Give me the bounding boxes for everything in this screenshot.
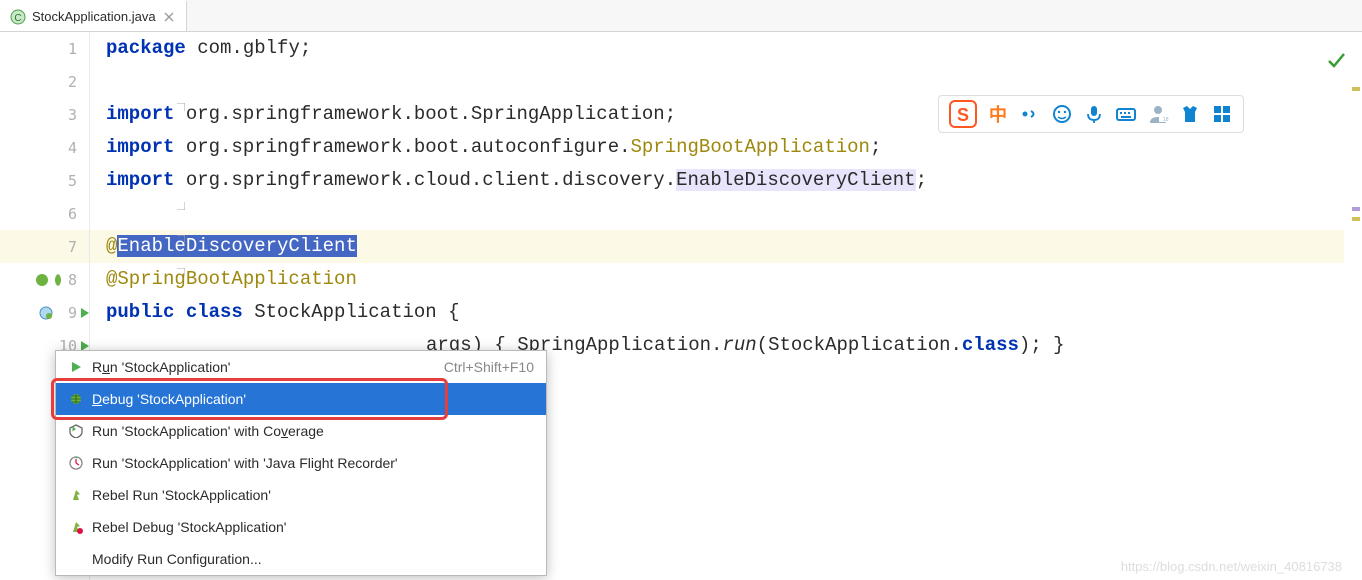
ime-punct-icon[interactable]	[1019, 103, 1041, 125]
watermark: https://blog.csdn.net/weixin_40816738	[1121, 559, 1342, 574]
ctx-label: Modify Run Configuration...	[92, 551, 262, 567]
ctx-coverage[interactable]: Run 'StockApplication' with Coverage	[56, 415, 546, 447]
ctx-label: Run 'StockApplication' with 'Java Flight…	[92, 455, 398, 471]
ctx-run[interactable]: Run 'StockApplication' Ctrl+Shift+F10	[56, 351, 546, 383]
ime-mic-icon[interactable]	[1083, 103, 1105, 125]
fold-icon[interactable]	[177, 103, 185, 111]
ctx-flight[interactable]: Run 'StockApplication' with 'Java Flight…	[56, 447, 546, 479]
line-number: 4	[0, 131, 89, 164]
ctx-label: Run 'StockApplication'	[92, 359, 230, 375]
close-icon[interactable]	[162, 10, 176, 24]
code-line-4[interactable]: import org.springframework.boot.autoconf…	[90, 131, 1362, 164]
shortcut-hint: Ctrl+Shift+F10	[444, 359, 534, 375]
ime-skin-icon[interactable]	[1179, 103, 1201, 125]
spring-icons[interactable]	[35, 273, 65, 287]
code-line-1[interactable]: package com.gblfy;	[90, 32, 1362, 65]
coverage-icon	[68, 423, 84, 439]
usage-marker[interactable]	[1352, 207, 1360, 211]
line-number: 6	[0, 197, 89, 230]
ime-lang-button[interactable]: 中	[987, 103, 1009, 125]
ctx-label: Run 'StockApplication' with Coverage	[92, 423, 324, 439]
flight-recorder-icon	[68, 455, 84, 471]
java-class-icon: C	[10, 9, 26, 25]
ctx-debug[interactable]: Debug 'StockApplication'	[56, 383, 546, 415]
ctx-rebel-run[interactable]: Rebel Run 'StockApplication'	[56, 479, 546, 511]
ctx-modify-config[interactable]: Modify Run Configuration...	[56, 543, 546, 575]
line-number: 1	[0, 32, 89, 65]
ctx-label: Debug 'StockApplication'	[92, 391, 246, 407]
code-line-9[interactable]: public class StockApplication {	[90, 296, 1362, 329]
code-line-2[interactable]	[90, 65, 1362, 98]
line-number: 3	[0, 98, 89, 131]
run-class-icon[interactable]	[39, 306, 53, 320]
tab-bar: C StockApplication.java	[0, 0, 1362, 32]
ime-keyboard-icon[interactable]	[1115, 103, 1137, 125]
line-number: 7	[0, 230, 89, 263]
run-icon	[68, 359, 84, 375]
tab-label: StockApplication.java	[32, 9, 156, 24]
svg-text:C: C	[14, 13, 21, 24]
context-menu: Run 'StockApplication' Ctrl+Shift+F10 De…	[55, 350, 547, 576]
code-line-7[interactable]: @EnableDiscoveryClient	[90, 230, 1362, 263]
ime-user-icon[interactable]: 18	[1147, 103, 1169, 125]
line-number: 8	[0, 263, 89, 296]
ctx-label: Rebel Run 'StockApplication'	[92, 487, 271, 503]
tab-stockapplication[interactable]: C StockApplication.java	[0, 0, 187, 31]
debug-icon	[68, 391, 84, 407]
svg-text:S: S	[957, 105, 969, 125]
ime-face-icon[interactable]	[1051, 103, 1073, 125]
warning-marker[interactable]	[1352, 217, 1360, 221]
blank-icon	[68, 551, 84, 567]
sogou-logo-icon: S	[949, 100, 977, 128]
rebel-debug-icon	[68, 519, 84, 535]
right-strip	[1344, 32, 1362, 580]
inspection-ok-icon[interactable]	[1326, 50, 1346, 70]
line-number: 9	[0, 296, 89, 329]
warning-marker[interactable]	[1352, 87, 1360, 91]
fold-icon[interactable]	[177, 202, 185, 210]
code-line-8[interactable]: @SpringBootApplication	[90, 263, 1362, 296]
line-number: 2	[0, 65, 89, 98]
rebel-run-icon	[68, 487, 84, 503]
ime-tools-icon[interactable]	[1211, 103, 1233, 125]
code-line-5[interactable]: import org.springframework.cloud.client.…	[90, 164, 1362, 197]
fold-icon[interactable]	[177, 235, 185, 243]
ime-toolbar[interactable]: S 中 18	[938, 95, 1244, 133]
code-line-6[interactable]	[90, 197, 1362, 230]
ctx-label: Rebel Debug 'StockApplication'	[92, 519, 286, 535]
line-number: 5	[0, 164, 89, 197]
fold-icon[interactable]	[177, 268, 185, 276]
svg-text:18: 18	[1163, 117, 1169, 123]
ctx-rebel-debug[interactable]: Rebel Debug 'StockApplication'	[56, 511, 546, 543]
